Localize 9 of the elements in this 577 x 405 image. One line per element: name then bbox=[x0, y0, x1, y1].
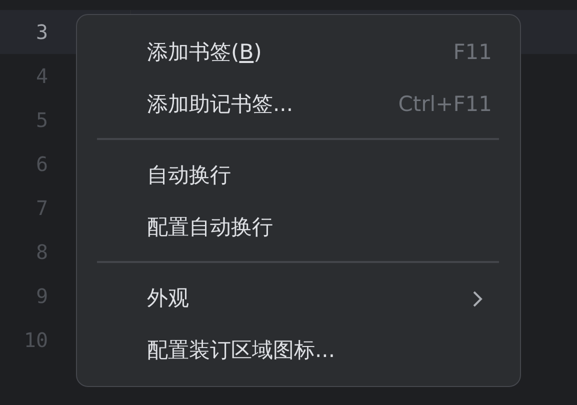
shortcut-label: Ctrl+F11 bbox=[398, 91, 492, 118]
menu-item[interactable]: 自动换行 bbox=[147, 160, 492, 192]
menu-item[interactable]: 添加助记书签... bbox=[147, 89, 398, 121]
menu-item[interactable]: 配置自动换行 bbox=[147, 212, 492, 244]
menu-item[interactable]: 外观 bbox=[147, 283, 470, 315]
menu-item[interactable]: 添加书签(B) bbox=[147, 37, 454, 69]
line-number: 3 bbox=[34, 19, 48, 46]
menu-item[interactable]: 配置装订区域图标... bbox=[147, 335, 492, 367]
shortcut-label: F11 bbox=[453, 39, 492, 66]
